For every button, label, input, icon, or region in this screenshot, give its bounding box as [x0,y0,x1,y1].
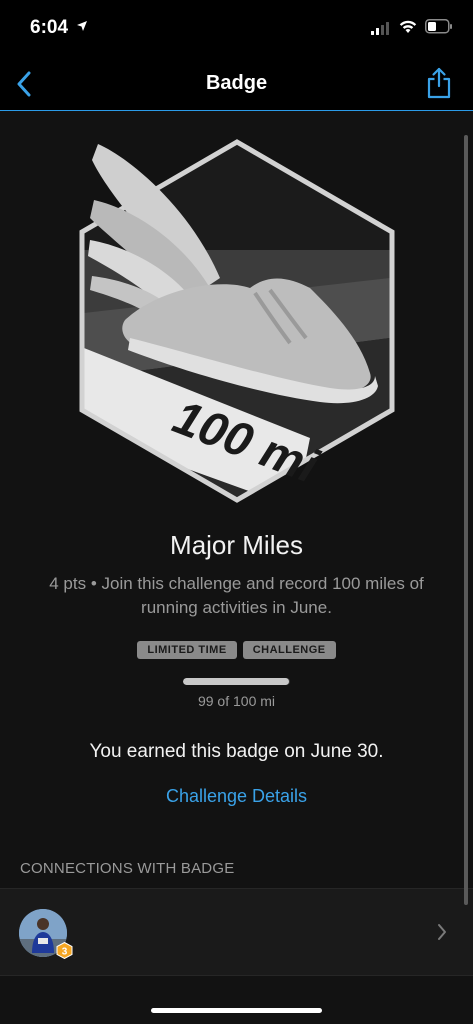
chevron-right-icon [438,924,446,940]
wifi-icon [399,20,417,33]
badge-description: 4 pts • Join this challenge and record 1… [49,574,424,617]
connections-section-header: CONNECTIONS WITH BADGE [20,860,235,877]
progress-label: 99 of 100 mi [197,693,276,709]
home-indicator[interactable] [151,1008,322,1013]
location-arrow-icon [77,21,87,31]
badge-name: Major Miles [170,530,303,560]
challenge-details-link[interactable]: Challenge Details [0,786,473,807]
status-bar: 6:04 [0,0,473,58]
badge-image: 100 mi [79,139,395,503]
share-button[interactable] [420,64,458,102]
connection-row[interactable]: 3 [0,888,473,976]
earned-date-text: You earned this badge on June 30. [89,741,384,762]
status-time: 6:04 [30,17,69,38]
progress-bar [183,678,290,685]
progress-bar-fill [183,678,289,685]
tag-challenge: CHALLENGE [242,641,336,659]
badge-tags: LIMITED TIME CHALLENGE [0,641,473,659]
page-title: Badge [205,72,268,94]
navigation-bar: Badge [0,58,473,111]
share-icon [427,67,451,99]
battery-icon [425,19,452,34]
cellular-signal-icon [371,22,389,35]
level-badge-icon: 3 [56,942,73,959]
tag-limited-time: LIMITED TIME [137,641,237,659]
level-badge-number: 3 [62,947,68,958]
scrollbar[interactable] [464,135,468,905]
